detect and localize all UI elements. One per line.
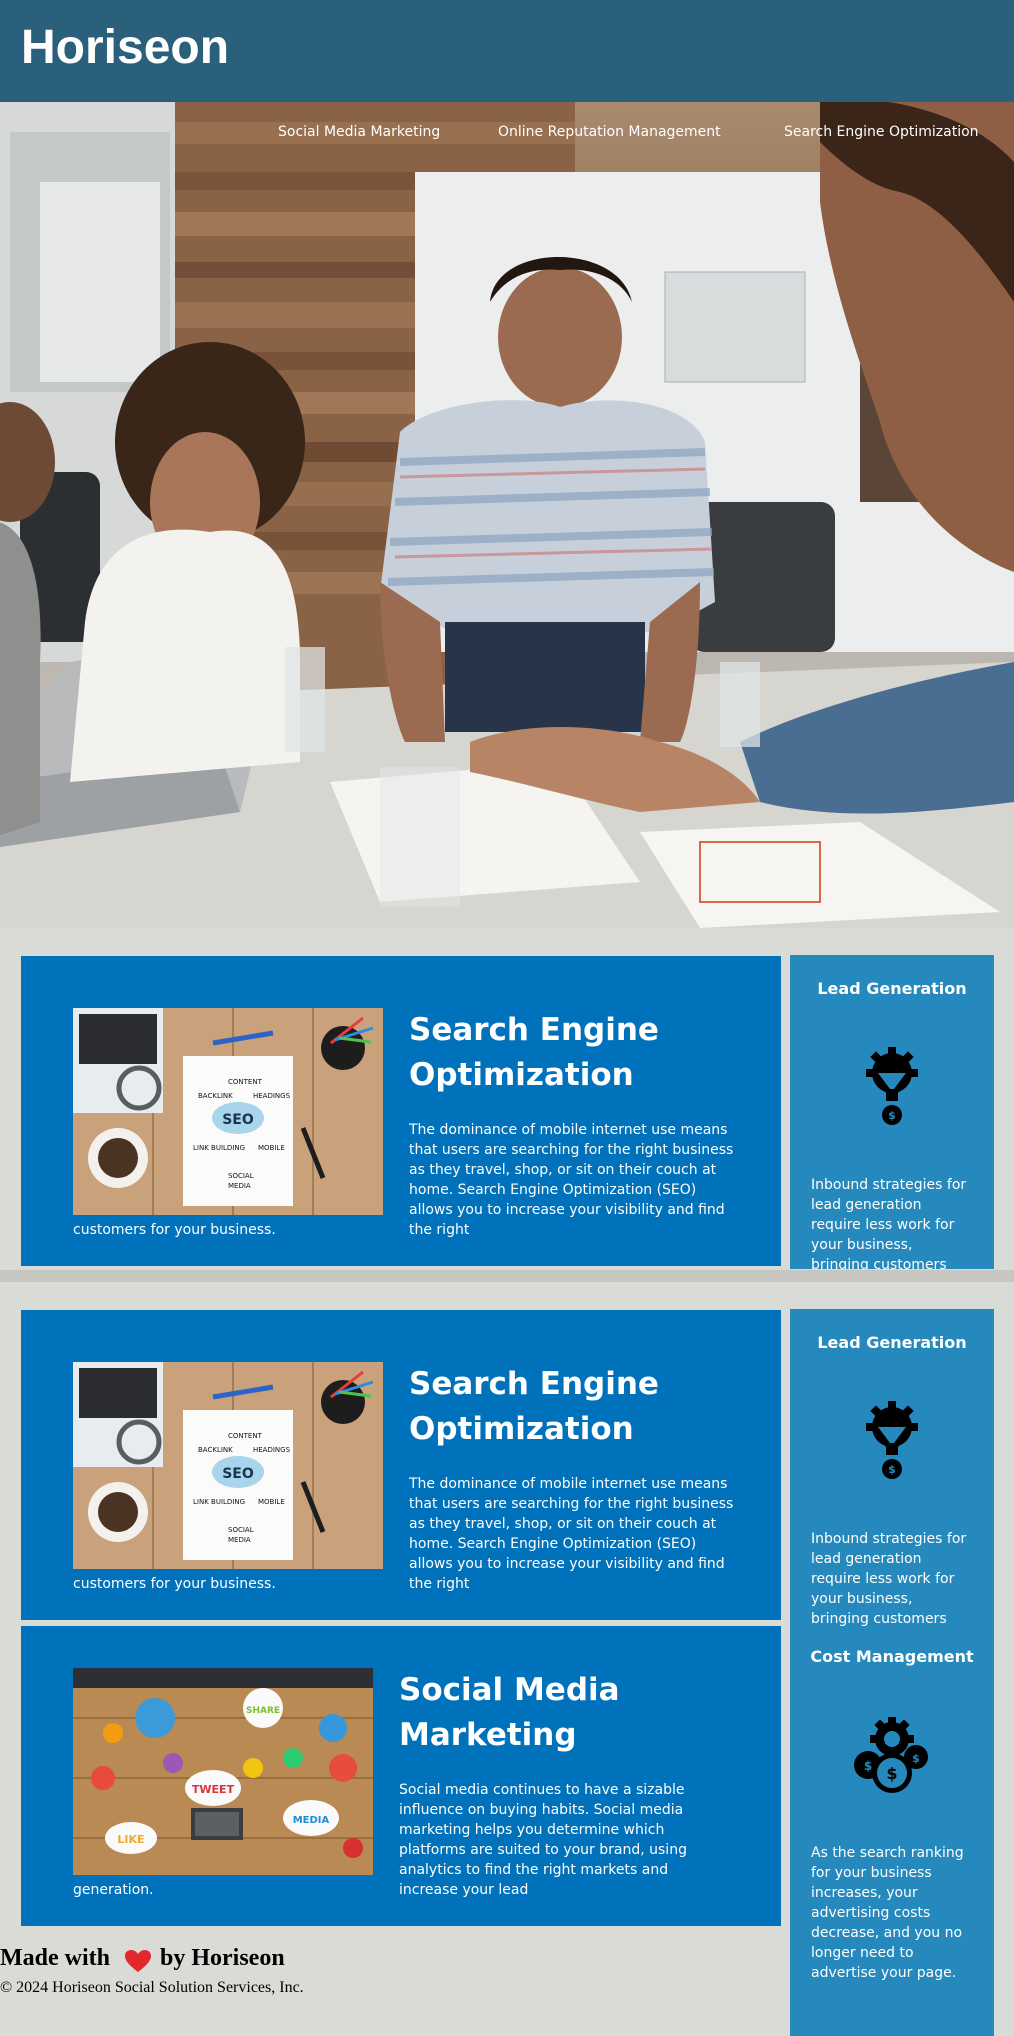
seo-title: Search Engine Optimization bbox=[409, 1362, 749, 1452]
seo-text-tail: customers for your business. bbox=[73, 1576, 276, 1592]
social-media-title: Social Media Marketing bbox=[399, 1668, 749, 1758]
social-media-title-line2: Marketing bbox=[399, 1717, 577, 1753]
svg-text:$: $ bbox=[912, 1752, 920, 1765]
cost-management-title: Cost Management bbox=[810, 1647, 974, 1666]
svg-text:CONTENT: CONTENT bbox=[228, 1078, 263, 1086]
seo-title-line2: Optimization bbox=[409, 1411, 634, 1447]
lead-generation-icon: $ bbox=[866, 1401, 918, 1479]
site-footer: Made with by Horiseon © 2024 Horiseon So… bbox=[0, 1945, 780, 2015]
hero-image: Social Media Marketing Online Reputation… bbox=[0, 102, 1014, 928]
svg-text:$: $ bbox=[888, 1463, 896, 1476]
lead-generation-text: Inbound strategies for lead generation r… bbox=[811, 1531, 967, 1627]
svg-text:BACKLINK: BACKLINK bbox=[198, 1092, 233, 1100]
seo-card: SEO BACKLINK HEADINGS CONTENT LINK BUILD… bbox=[20, 955, 782, 1267]
seo-image: SEO BACKLINK HEADINGS CONTENT LINK BUILD… bbox=[73, 1008, 383, 1215]
social-media-title-line1: Social Media bbox=[399, 1672, 620, 1708]
cost-management-icon: $ $ $ bbox=[854, 1717, 928, 1793]
svg-text:SHARE: SHARE bbox=[246, 1706, 280, 1716]
seo-title-line1: Search Engine bbox=[409, 1366, 659, 1402]
footer-made-with: Made with bbox=[0, 1945, 110, 1971]
svg-text:HEADINGS: HEADINGS bbox=[253, 1092, 291, 1100]
lead-generation-icon: $ bbox=[866, 1047, 918, 1125]
lead-generation-title: Lead Generation bbox=[817, 1333, 967, 1352]
svg-text:SEO: SEO bbox=[222, 1466, 254, 1482]
cost-management-text: As the search ranking for your business … bbox=[811, 1845, 964, 1981]
svg-text:CONTENT: CONTENT bbox=[228, 1432, 263, 1440]
seo-title: Search Engine Optimization bbox=[409, 1008, 749, 1098]
site-header: Horiseon bbox=[0, 0, 1014, 102]
svg-text:LIKE: LIKE bbox=[117, 1833, 144, 1846]
svg-text:LINK BUILDING: LINK BUILDING bbox=[193, 1144, 245, 1152]
seo-card: SEO BACKLINK HEADINGS CONTENT LINK BUILD… bbox=[20, 1309, 782, 1621]
social-media-image: SHARE TWEET LIKE MEDIA bbox=[73, 1668, 373, 1875]
svg-text:SOCIAL: SOCIAL bbox=[228, 1526, 254, 1534]
svg-text:MOBILE: MOBILE bbox=[258, 1498, 285, 1506]
seo-title-line2: Optimization bbox=[409, 1057, 634, 1093]
site-logo[interactable]: Horiseon bbox=[21, 20, 229, 75]
svg-text:MEDIA: MEDIA bbox=[228, 1536, 251, 1544]
svg-text:$: $ bbox=[886, 1764, 897, 1783]
social-media-text-tail: generation. bbox=[73, 1882, 154, 1898]
hero-photo bbox=[0, 102, 1014, 928]
svg-text:TWEET: TWEET bbox=[192, 1783, 235, 1796]
svg-text:MEDIA: MEDIA bbox=[293, 1815, 330, 1826]
svg-text:MEDIA: MEDIA bbox=[228, 1182, 251, 1190]
social-media-text: Social media continues to have a sizable… bbox=[399, 1782, 687, 1898]
footer-by-horiseon: by Horiseon bbox=[160, 1945, 285, 1971]
heart-icon bbox=[125, 1950, 151, 1972]
lead-generation-text: Inbound strategies for lead generation r… bbox=[811, 1177, 967, 1269]
lead-generation-sidebar: Lead Generation $ Inbound strategies for… bbox=[790, 955, 994, 1269]
nav-link-search-engine-optimization[interactable]: Search Engine Optimization bbox=[784, 124, 979, 140]
seo-text-tail: customers for your business. bbox=[73, 1222, 276, 1238]
svg-text:SEO: SEO bbox=[222, 1112, 254, 1128]
footer-copyright: © 2024 Horiseon Social Solution Services… bbox=[0, 1979, 304, 1996]
seo-text: The dominance of mobile internet use mea… bbox=[409, 1122, 734, 1238]
svg-text:$: $ bbox=[888, 1109, 896, 1122]
svg-text:SOCIAL: SOCIAL bbox=[228, 1172, 254, 1180]
nav-link-online-reputation-management[interactable]: Online Reputation Management bbox=[498, 124, 721, 140]
svg-text:LINK BUILDING: LINK BUILDING bbox=[193, 1498, 245, 1506]
benefits-sidebar: Lead Generation $ Inbound strategies for… bbox=[790, 1309, 994, 2036]
section-divider bbox=[0, 1270, 1014, 1282]
nav-link-social-media-marketing[interactable]: Social Media Marketing bbox=[278, 124, 440, 140]
lead-generation-title: Lead Generation bbox=[817, 979, 967, 998]
svg-text:BACKLINK: BACKLINK bbox=[198, 1446, 233, 1454]
main-nav: Social Media Marketing Online Reputation… bbox=[0, 124, 1014, 148]
social-media-card: SHARE TWEET LIKE MEDIA Social Media Mark… bbox=[20, 1625, 782, 1927]
seo-image: SEO BACKLINK HEADINGS CONTENT LINK BUILD… bbox=[73, 1362, 383, 1569]
svg-text:MOBILE: MOBILE bbox=[258, 1144, 285, 1152]
seo-text: The dominance of mobile internet use mea… bbox=[409, 1476, 734, 1592]
seo-title-line1: Search Engine bbox=[409, 1012, 659, 1048]
svg-text:$: $ bbox=[864, 1759, 872, 1773]
svg-text:HEADINGS: HEADINGS bbox=[253, 1446, 291, 1454]
